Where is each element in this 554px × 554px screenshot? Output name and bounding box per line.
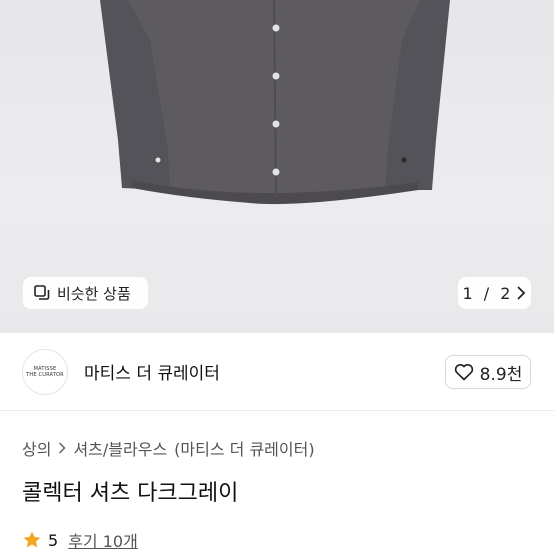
image-pager[interactable]: 1 / 2 [458,277,531,309]
shop-logo-line2: THE CURATOR [26,371,64,378]
similar-products-label: 비슷한 상품 [57,284,131,303]
rating-row: 5 후기 10개 [22,528,138,552]
similar-items-icon [34,285,50,300]
product-image-gallery[interactable]: 비슷한 상품 1 / 2 [0,0,554,333]
shop-logo[interactable]: MATISSE THE CURATOR [22,348,68,395]
review-link[interactable]: 후기 10개 [68,528,138,552]
rating-value: 5 [48,530,59,550]
pager-total: 2 [500,283,511,303]
similar-products-button[interactable]: 비슷한 상품 [23,277,148,309]
pager-separator: / [478,283,495,303]
shop-row[interactable]: MATISSE THE CURATOR 마티스 더 큐레이터 8.9천 [0,333,554,411]
shop-name[interactable]: 마티스 더 큐레이터 [84,359,220,384]
heart-icon [454,364,473,381]
breadcrumb: 상의 셔츠/블라우스 (마티스 더 큐레이터) [22,436,315,460]
like-button[interactable]: 8.9천 [445,355,531,389]
chevron-right-icon [517,286,526,300]
star-icon [23,531,41,548]
chevron-right-icon [59,442,67,454]
like-count: 8.9천 [479,364,523,385]
breadcrumb-level2[interactable]: 셔츠/블라우스 [73,436,167,460]
product-title: 콜렉터 셔츠 다크그레이 [22,481,239,506]
breadcrumb-level3[interactable]: (마티스 더 큐레이터) [174,436,314,460]
pager-current: 1 [462,283,473,303]
breadcrumb-level1[interactable]: 상의 [22,436,51,460]
